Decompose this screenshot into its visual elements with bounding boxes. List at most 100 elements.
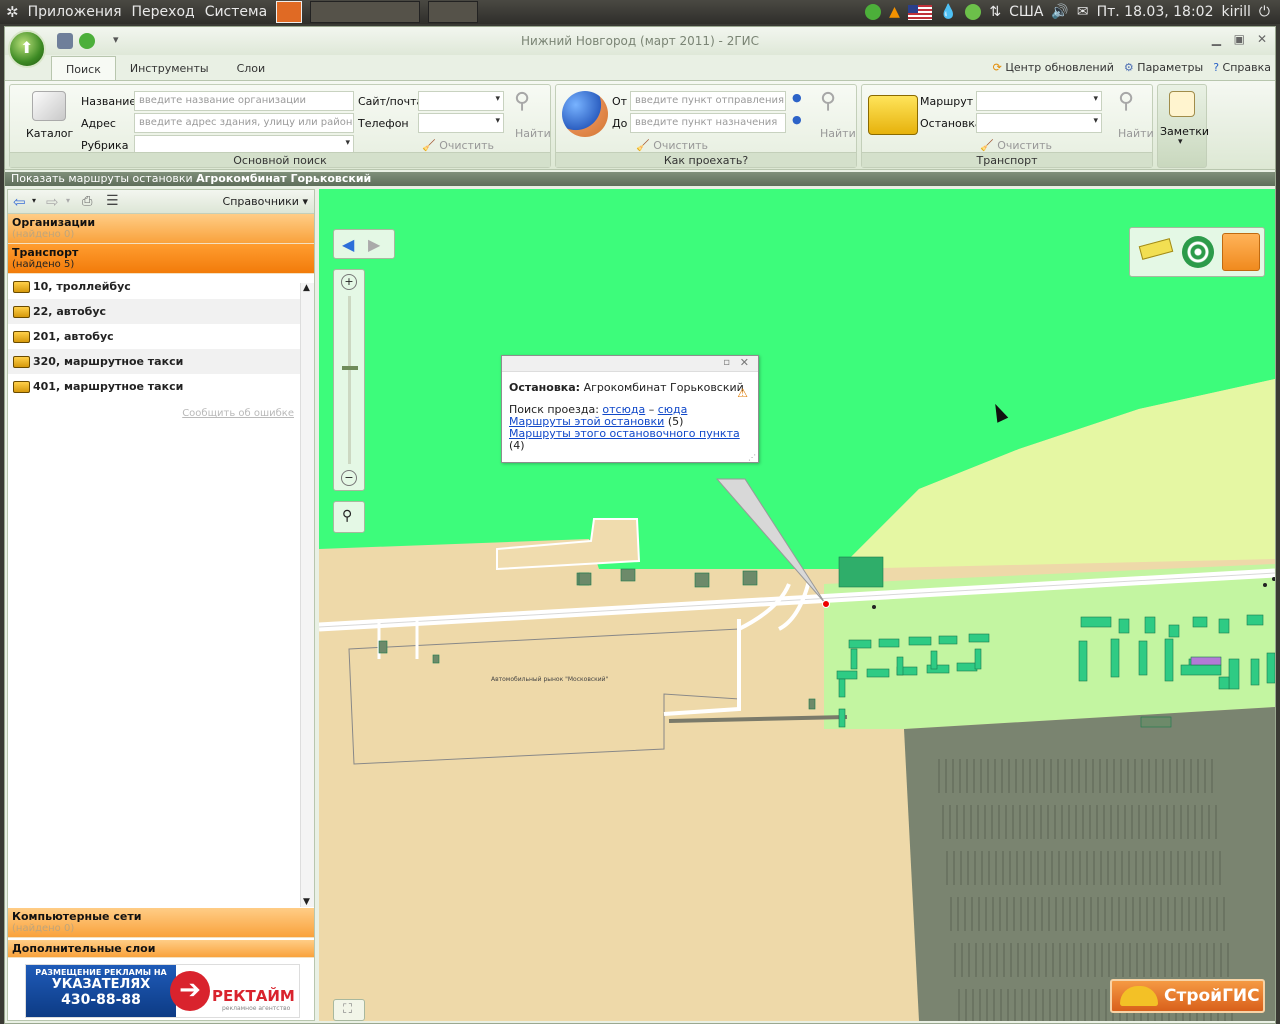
- stop-marker[interactable]: [1263, 583, 1267, 587]
- map-building: [1192, 616, 1208, 628]
- minimize-icon[interactable]: ▁: [1212, 32, 1221, 46]
- binoculars-icon[interactable]: ⚲: [1118, 89, 1134, 114]
- stop-select[interactable]: [976, 113, 1102, 133]
- mail-icon[interactable]: ✉: [1077, 4, 1089, 20]
- ad-banner[interactable]: РАЗМЕЩЕНИЕ РЕКЛАМЫ НА УКАЗАТЕЛЯХ 430-88-…: [25, 964, 300, 1018]
- maximize-icon[interactable]: ▣: [1234, 32, 1245, 46]
- forward-icon[interactable]: ⇨: [46, 193, 59, 211]
- warning-icon[interactable]: ⚠: [737, 386, 748, 400]
- taskbar-button[interactable]: [428, 1, 479, 23]
- close-icon[interactable]: ✕: [1257, 32, 1267, 46]
- directories-dropdown[interactable]: Справочники ▾: [223, 195, 308, 208]
- catalog-button[interactable]: Каталог: [26, 127, 73, 140]
- binoculars-icon[interactable]: ⚲: [514, 89, 530, 114]
- us-flag-icon[interactable]: [907, 4, 932, 20]
- select-area-icon[interactable]: [1222, 233, 1260, 271]
- fullscreen-button[interactable]: ⛶: [333, 999, 365, 1021]
- tab-layers[interactable]: Слои: [223, 56, 280, 80]
- ubuntu-logo-icon[interactable]: ✲: [6, 3, 19, 21]
- vlc-icon[interactable]: ▲: [889, 4, 900, 20]
- catalog-icon[interactable]: [32, 91, 66, 121]
- volume-icon[interactable]: 🔊: [1051, 4, 1068, 20]
- category-organizations[interactable]: Организации (найдено 0): [8, 214, 314, 244]
- directions-find-button[interactable]: Найти: [820, 127, 856, 140]
- chevron-down-icon[interactable]: ▾: [66, 196, 70, 205]
- map-forward-icon[interactable]: ▶: [368, 235, 380, 254]
- list-icon[interactable]: ☰: [106, 193, 119, 209]
- map-canvas[interactable]: Автомобильный рынок "Московский": [319, 189, 1275, 1021]
- transport-clear-button[interactable]: 🧹 Очистить: [980, 139, 1052, 152]
- routes-this-point-link[interactable]: Маршруты этого остановочного пункта: [509, 427, 740, 440]
- clear-button[interactable]: 🧹 Очистить: [422, 139, 494, 152]
- taskbar-button[interactable]: [310, 1, 421, 23]
- keyboard-layout[interactable]: США: [1009, 4, 1043, 20]
- list-item[interactable]: 10, троллейбус: [8, 274, 314, 299]
- stop-marker[interactable]: [822, 600, 830, 608]
- menu-applications[interactable]: Приложения: [23, 4, 127, 20]
- scroll-down-icon[interactable]: ▼: [303, 897, 310, 907]
- clock[interactable]: Пт. 18.03, 18:02: [1097, 4, 1214, 20]
- menu-system[interactable]: Система: [200, 4, 272, 20]
- pin-icon[interactable]: ▫: [723, 357, 730, 368]
- name-input[interactable]: введите название организации: [134, 91, 354, 111]
- trolleybus-icon[interactable]: [868, 95, 918, 135]
- pick-from-icon[interactable]: ●: [792, 91, 802, 104]
- resize-grip-icon[interactable]: ⋰: [748, 453, 756, 462]
- scrollbar[interactable]: ▲ ▼: [300, 283, 314, 907]
- stop-marker[interactable]: [872, 605, 876, 609]
- to-input[interactable]: введите пункт назначения: [630, 113, 786, 133]
- map-view[interactable]: Автомобильный рынок "Московский" ◀ ▶ + −…: [319, 189, 1275, 1021]
- radar-icon[interactable]: [1182, 236, 1214, 268]
- directions-clear-button[interactable]: 🧹 Очистить: [636, 139, 708, 152]
- list-item[interactable]: 22, автобус: [8, 299, 314, 324]
- back-icon[interactable]: ⇦: [13, 193, 26, 211]
- chevron-down-icon[interactable]: ▾: [32, 196, 36, 205]
- launcher-icon[interactable]: [276, 1, 303, 23]
- zoom-slider-thumb[interactable]: [342, 366, 358, 370]
- tab-tools[interactable]: Инструменты: [116, 56, 223, 80]
- menu-places[interactable]: Переход: [127, 4, 200, 20]
- panel-tray: ▲ 💧 ⇅ США 🔊 ✉ Пт. 18.03, 18:02 kirill ⏻: [865, 0, 1280, 24]
- zoom-out-icon[interactable]: −: [341, 470, 357, 486]
- zoom-slider[interactable]: [348, 296, 351, 464]
- category-extra-layers[interactable]: Дополнительные слои: [8, 940, 314, 958]
- list-item[interactable]: 320, маршрутное такси: [8, 349, 314, 374]
- list-item[interactable]: 401, маршрутное такси: [8, 374, 314, 399]
- ruler-icon[interactable]: [1138, 238, 1174, 260]
- tab-search[interactable]: Поиск: [51, 56, 116, 80]
- list-item[interactable]: 201, автобус: [8, 324, 314, 349]
- user-name[interactable]: kirill: [1222, 4, 1251, 20]
- magnifier-button[interactable]: ⚲: [333, 501, 365, 533]
- phone-select[interactable]: [418, 113, 504, 133]
- app-menu-orb[interactable]: [8, 30, 46, 68]
- map-back-icon[interactable]: ◀: [342, 235, 354, 254]
- stroygis-button[interactable]: СтройГИС: [1110, 979, 1265, 1013]
- drop-icon[interactable]: 💧: [940, 4, 957, 20]
- status-strip[interactable]: Показать маршруты остановки Агрокомбинат…: [5, 172, 1275, 186]
- close-icon[interactable]: ✕: [740, 356, 749, 369]
- group-notes[interactable]: Заметки ▾: [1157, 84, 1209, 168]
- scroll-up-icon[interactable]: ▲: [303, 283, 310, 293]
- route-ab-icon[interactable]: [562, 91, 608, 137]
- power-icon[interactable]: ⏻: [1259, 4, 1270, 20]
- category-networks[interactable]: Компьютерные сети (найдено 0): [8, 908, 314, 938]
- transport-find-button[interactable]: Найти: [1118, 127, 1154, 140]
- settings-link[interactable]: ⚙ Параметры: [1124, 61, 1203, 74]
- route-label: Маршрут: [920, 95, 974, 108]
- print-icon[interactable]: ⎙: [82, 194, 92, 209]
- network-icon[interactable]: ⇅: [989, 4, 1001, 20]
- category-transport[interactable]: Транспорт (найдено 5): [8, 244, 314, 274]
- 2gis-tray-icon[interactable]: [865, 4, 882, 20]
- status-icon[interactable]: [965, 4, 982, 20]
- find-button[interactable]: Найти: [515, 127, 551, 140]
- pick-to-icon[interactable]: ●: [792, 113, 802, 126]
- report-error-link[interactable]: Сообщить об ошибке: [182, 408, 294, 419]
- address-input[interactable]: введите адрес здания, улицу или район: [134, 113, 354, 133]
- site-select[interactable]: [418, 91, 504, 111]
- from-input[interactable]: введите пункт отправления: [630, 91, 786, 111]
- route-select[interactable]: [976, 91, 1102, 111]
- update-center-link[interactable]: ⟳ Центр обновлений: [993, 61, 1114, 74]
- binoculars-icon[interactable]: ⚲: [820, 89, 836, 114]
- help-link[interactable]: ? Справка: [1213, 61, 1271, 74]
- zoom-in-icon[interactable]: +: [341, 274, 357, 290]
